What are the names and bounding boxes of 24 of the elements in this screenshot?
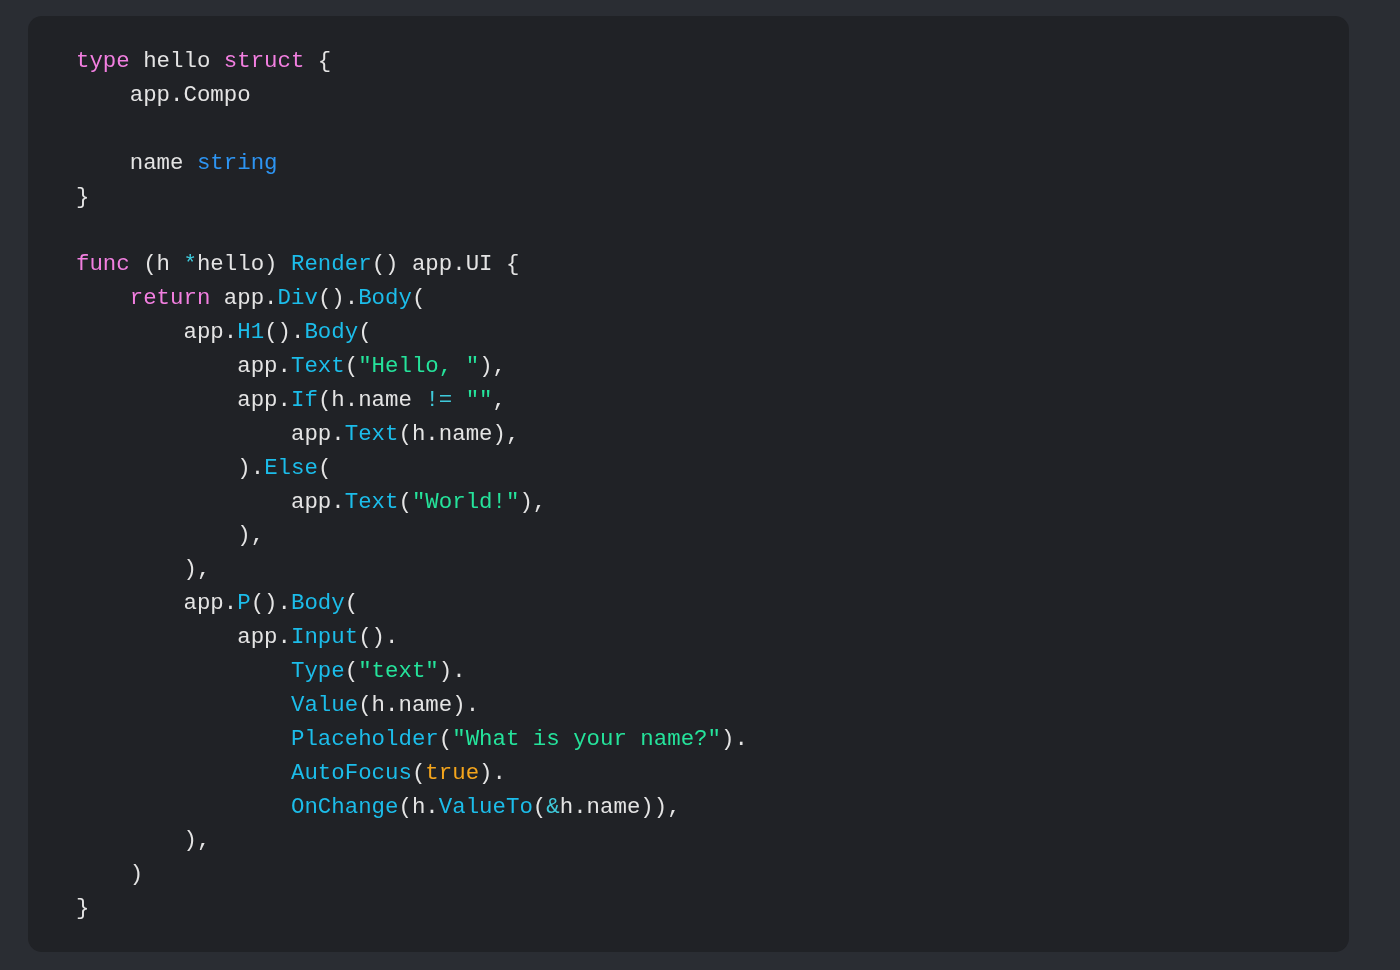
code-line: app.P().Body( bbox=[182, 589, 359, 619]
code-line: ), bbox=[236, 521, 265, 551]
code-line: Placeholder("What is your name?"). bbox=[290, 724, 748, 754]
code-line: app.Input(). bbox=[236, 623, 399, 653]
code-line: app.If(h.name != "", bbox=[236, 385, 506, 415]
code-line: func (h *hello) Render() app.UI { bbox=[76, 250, 520, 280]
code-line: OnChange(h.ValueTo(&h.name)), bbox=[290, 792, 681, 822]
code-line: type hello struct { bbox=[76, 47, 332, 76]
code-line: AutoFocus(true). bbox=[290, 758, 506, 788]
code-line: ) bbox=[128, 860, 144, 890]
code-line: } bbox=[76, 182, 90, 212]
code-line: } bbox=[76, 894, 90, 924]
code-line: name string bbox=[128, 148, 278, 178]
code-line: app.Text("World!"), bbox=[290, 487, 547, 517]
code-line: app.Text(h.name), bbox=[290, 419, 520, 449]
code-line: ), bbox=[182, 826, 211, 856]
code-line: Type("text"). bbox=[290, 657, 466, 687]
code-line: ).Else( bbox=[236, 453, 332, 483]
code-line: app.Text("Hello, "), bbox=[236, 352, 506, 381]
code-line: ), bbox=[182, 555, 211, 585]
code-line: Value(h.name). bbox=[290, 690, 480, 720]
code-line: app.Compo bbox=[128, 80, 251, 110]
code-line: app.H1().Body( bbox=[182, 318, 372, 348]
code-line: return app.Div().Body( bbox=[128, 284, 426, 314]
